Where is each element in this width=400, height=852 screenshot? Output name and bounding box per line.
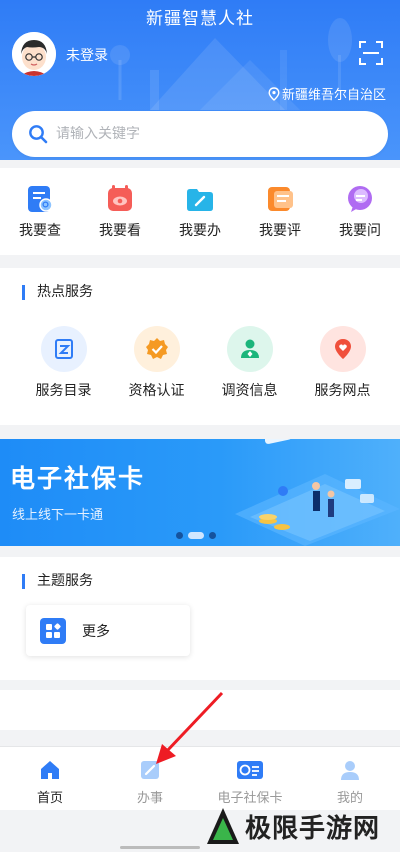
quick-actions: 我要查 我要看 我要办 我要评 我要问 <box>0 168 400 255</box>
login-status[interactable]: 未登录 <box>66 45 108 65</box>
nav-label: 首页 <box>36 791 63 806</box>
social-card-icon <box>237 761 263 779</box>
hot-services-section: 热点服务 服务目录 资格认证 调资信息 服务网点 <box>0 268 400 425</box>
home-indicator <box>120 846 200 849</box>
banner-title: 电子社保卡 <box>10 464 146 493</box>
header: 新疆智慧人社 未登录 新疆维吾尔自治区 <box>0 0 400 160</box>
salary-info-icon <box>240 339 259 358</box>
catalog-icon <box>54 339 73 359</box>
profile-icon <box>341 761 359 780</box>
quick-item-query[interactable]: 我要查 <box>0 168 80 255</box>
carousel-dot-active[interactable] <box>188 532 204 539</box>
watermark-logo <box>207 808 239 844</box>
carousel-indicator <box>176 532 216 539</box>
quick-item-handle[interactable]: 我要办 <box>160 168 240 255</box>
app-title: 新疆智慧人社 <box>146 9 254 29</box>
hot-item-catalog[interactable]: 服务目录 <box>17 326 110 400</box>
nav-label: 我的 <box>336 791 363 806</box>
nav-label: 办事 <box>136 791 163 806</box>
nav-tab-affairs[interactable]: 办事 <box>100 747 200 810</box>
carousel-dot[interactable] <box>209 532 216 539</box>
certification-icon <box>145 338 168 359</box>
quick-item-label: 我要评 <box>259 223 301 239</box>
search-bar[interactable] <box>12 111 388 157</box>
nav-tab-home[interactable]: 首页 <box>0 747 100 810</box>
quick-item-label: 我要办 <box>179 223 221 239</box>
quick-item-label: 我要看 <box>99 223 141 239</box>
quick-item-label: 我要问 <box>339 223 381 239</box>
carousel-dot[interactable] <box>176 532 183 539</box>
region-label: 新疆维吾尔自治区 <box>281 88 386 103</box>
hot-item-salary-info[interactable]: 调资信息 <box>203 326 296 400</box>
nav-tab-social-card[interactable]: 电子社保卡 <box>200 747 300 810</box>
quick-item-label: 我要查 <box>19 223 61 239</box>
banner-subtitle: 线上线下一卡通 <box>12 508 104 523</box>
ask-icon <box>348 186 372 212</box>
service-outlet-icon <box>334 339 351 359</box>
hot-item-label: 服务网点 <box>314 383 371 399</box>
hot-item-label: 资格认证 <box>128 383 185 399</box>
bottom-nav: 首页 办事 电子社保卡 我的 <box>0 746 400 810</box>
hot-item-service-outlet[interactable]: 服务网点 <box>296 326 389 400</box>
banner-carousel[interactable]: 电子社保卡 线上线下一卡通 <box>0 439 400 546</box>
home-icon <box>41 761 59 779</box>
more-label: 更多 <box>82 623 110 640</box>
theme-services-section: 主题服务 更多 <box>0 557 400 680</box>
quick-item-review[interactable]: 我要评 <box>240 168 320 255</box>
query-icon <box>28 186 53 212</box>
grid-icon <box>40 617 66 644</box>
nav-label: 电子社保卡 <box>217 791 283 806</box>
search-icon <box>29 125 48 144</box>
edit-icon <box>141 761 159 779</box>
avatar[interactable] <box>12 32 56 76</box>
quick-item-ask[interactable]: 我要问 <box>320 168 400 255</box>
blank-panel <box>0 690 400 730</box>
region-selector[interactable]: 新疆维吾尔自治区 <box>268 84 386 103</box>
scan-icon[interactable] <box>358 40 384 66</box>
section-title: 热点服务 <box>22 285 93 300</box>
review-icon <box>268 187 293 211</box>
quick-item-view[interactable]: 我要看 <box>80 168 160 255</box>
section-title: 主题服务 <box>22 574 93 589</box>
more-button[interactable]: 更多 <box>26 605 190 656</box>
watermark: 极限手游网 <box>205 806 380 846</box>
view-icon <box>108 185 132 211</box>
handle-icon <box>187 189 213 211</box>
nav-tab-profile[interactable]: 我的 <box>300 747 400 810</box>
watermark-text: 极限手游网 <box>245 813 381 844</box>
hot-item-label: 服务目录 <box>35 383 92 399</box>
search-input[interactable] <box>56 126 356 142</box>
hot-item-label: 调资信息 <box>221 383 278 399</box>
location-pin-icon <box>268 86 280 101</box>
hot-item-certification[interactable]: 资格认证 <box>110 326 203 400</box>
